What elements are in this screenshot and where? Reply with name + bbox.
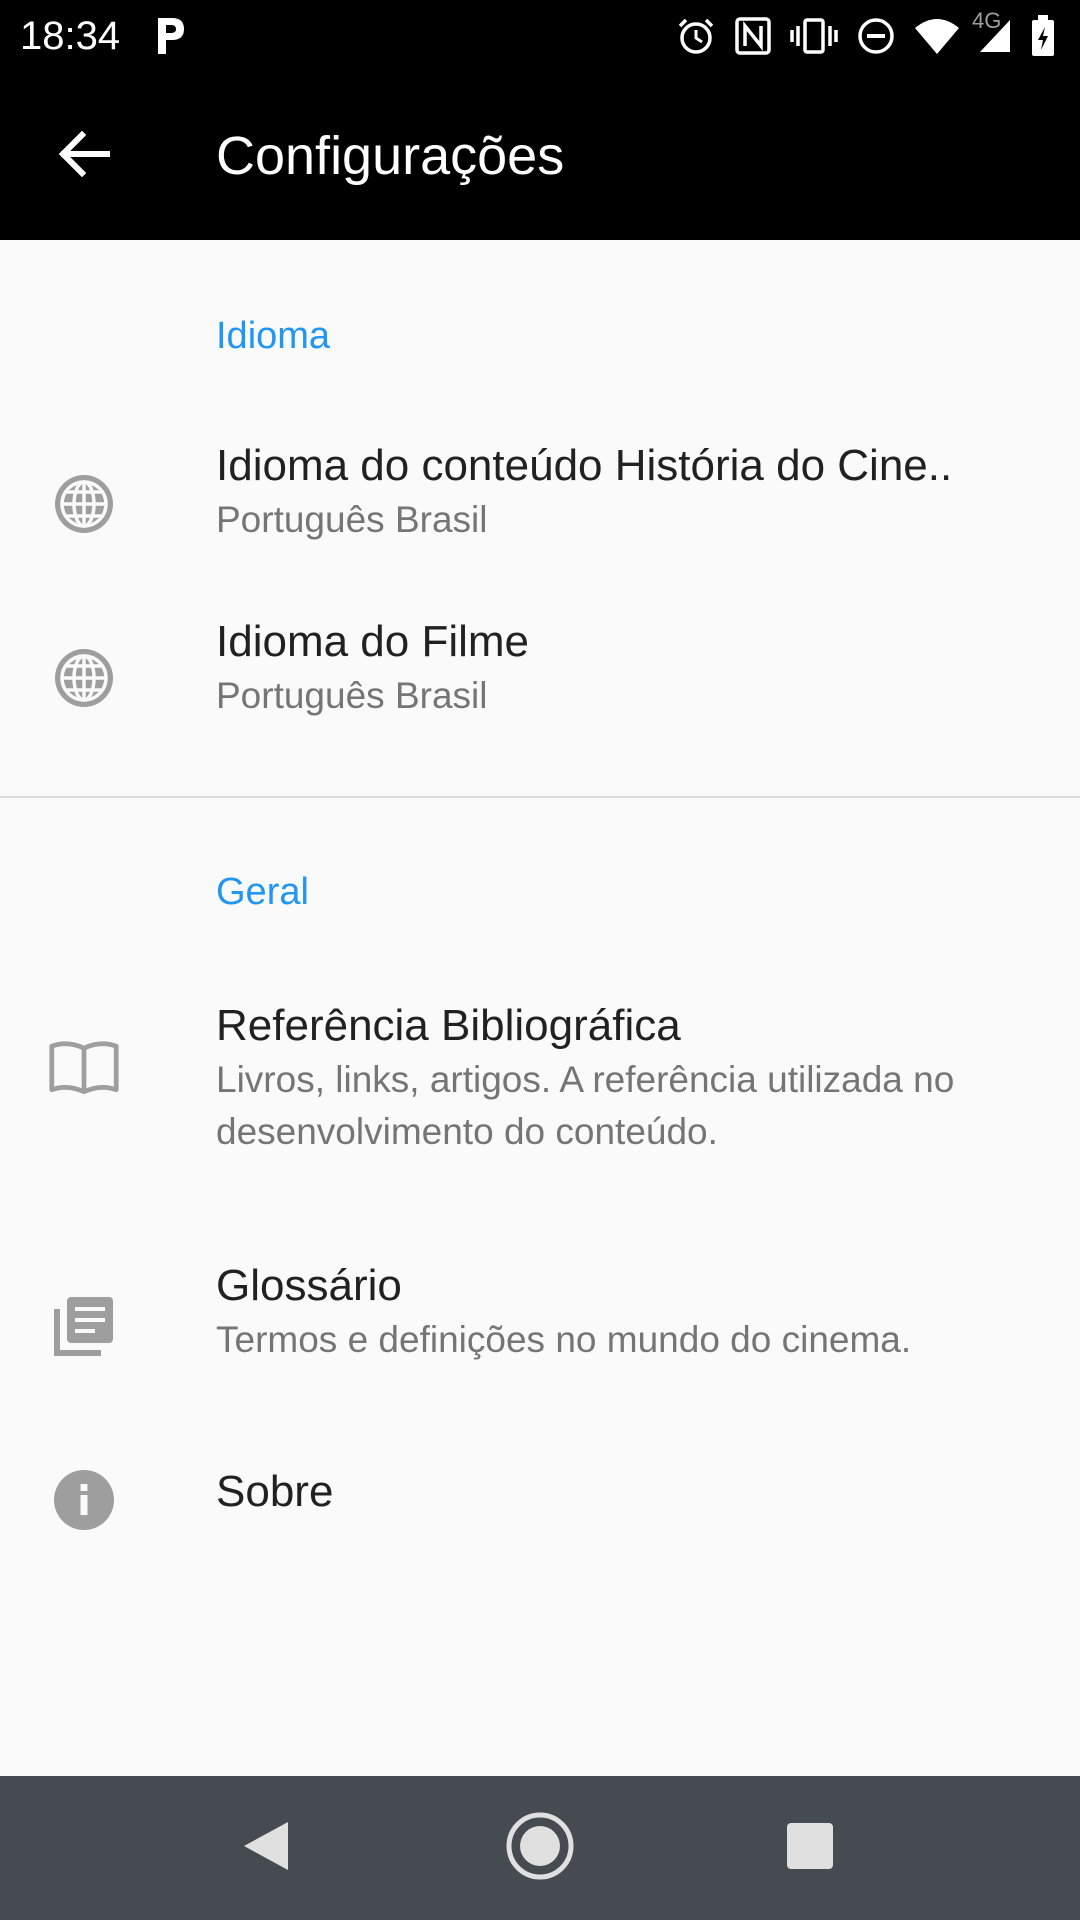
pref-bibliographic-reference[interactable]: Referência Bibliográfica Livros, links, … [0, 980, 1080, 1220]
pref-summary: Português Brasil [216, 499, 488, 540]
status-time: 18:34 [20, 14, 121, 58]
pref-glossary[interactable]: Glossário Termos e definições no mundo d… [0, 1240, 1080, 1420]
vibrate-icon [790, 16, 838, 56]
app-bar: Configurações [0, 72, 1080, 240]
nfc-icon [734, 16, 772, 56]
network-type-label: 4G [972, 8, 1002, 33]
globe-icon [48, 468, 120, 540]
arrow-back-icon [58, 130, 111, 182]
nav-home-icon [505, 1811, 575, 1886]
pref-title: Idioma do conteúdo História do Cine.. [216, 441, 953, 490]
pref-summary: Termos e definições no mundo do cinema. [216, 1319, 912, 1360]
pref-title: Sobre [216, 1467, 334, 1516]
pref-movie-language[interactable]: Idioma do Filme Português Brasil [0, 592, 1080, 772]
wifi-icon [914, 18, 960, 54]
status-icons: 4G [676, 8, 1056, 60]
pref-title: Glossário [216, 1261, 402, 1310]
nav-recents-icon [786, 1822, 834, 1875]
section-header-geral: Geral [216, 871, 309, 913]
pref-content-language[interactable]: Idioma do conteúdo História do Cine.. Po… [0, 416, 1080, 592]
nav-back-button[interactable] [226, 1808, 306, 1888]
book-icon [48, 1032, 120, 1104]
info-icon [48, 1464, 120, 1536]
library-books-icon [48, 1290, 120, 1362]
page-title: Configurações [216, 126, 565, 186]
alarm-icon [676, 16, 716, 56]
parking-app-icon [154, 14, 188, 56]
pref-title: Idioma do Filme [216, 617, 530, 666]
section-header-idioma: Idioma [216, 315, 331, 357]
status-bar: 18:34 4G [0, 0, 1080, 72]
pref-summary: Livros, links, artigos. A referência uti… [216, 1059, 955, 1152]
nav-recents-button[interactable] [770, 1808, 850, 1888]
do-not-disturb-icon [856, 16, 896, 56]
pref-about[interactable]: Sobre [0, 1420, 1080, 1580]
battery-charging-icon [1030, 15, 1056, 57]
nav-home-button[interactable] [500, 1808, 580, 1888]
back-button[interactable] [40, 112, 128, 200]
section-divider [0, 796, 1080, 798]
pref-summary: Português Brasil [216, 675, 488, 716]
system-nav-bar [0, 1776, 1080, 1920]
pref-title: Referência Bibliográfica [216, 1001, 681, 1050]
globe-icon [48, 642, 120, 714]
cell-signal-icon: 4G [972, 8, 1012, 54]
nav-back-icon [242, 1820, 290, 1877]
